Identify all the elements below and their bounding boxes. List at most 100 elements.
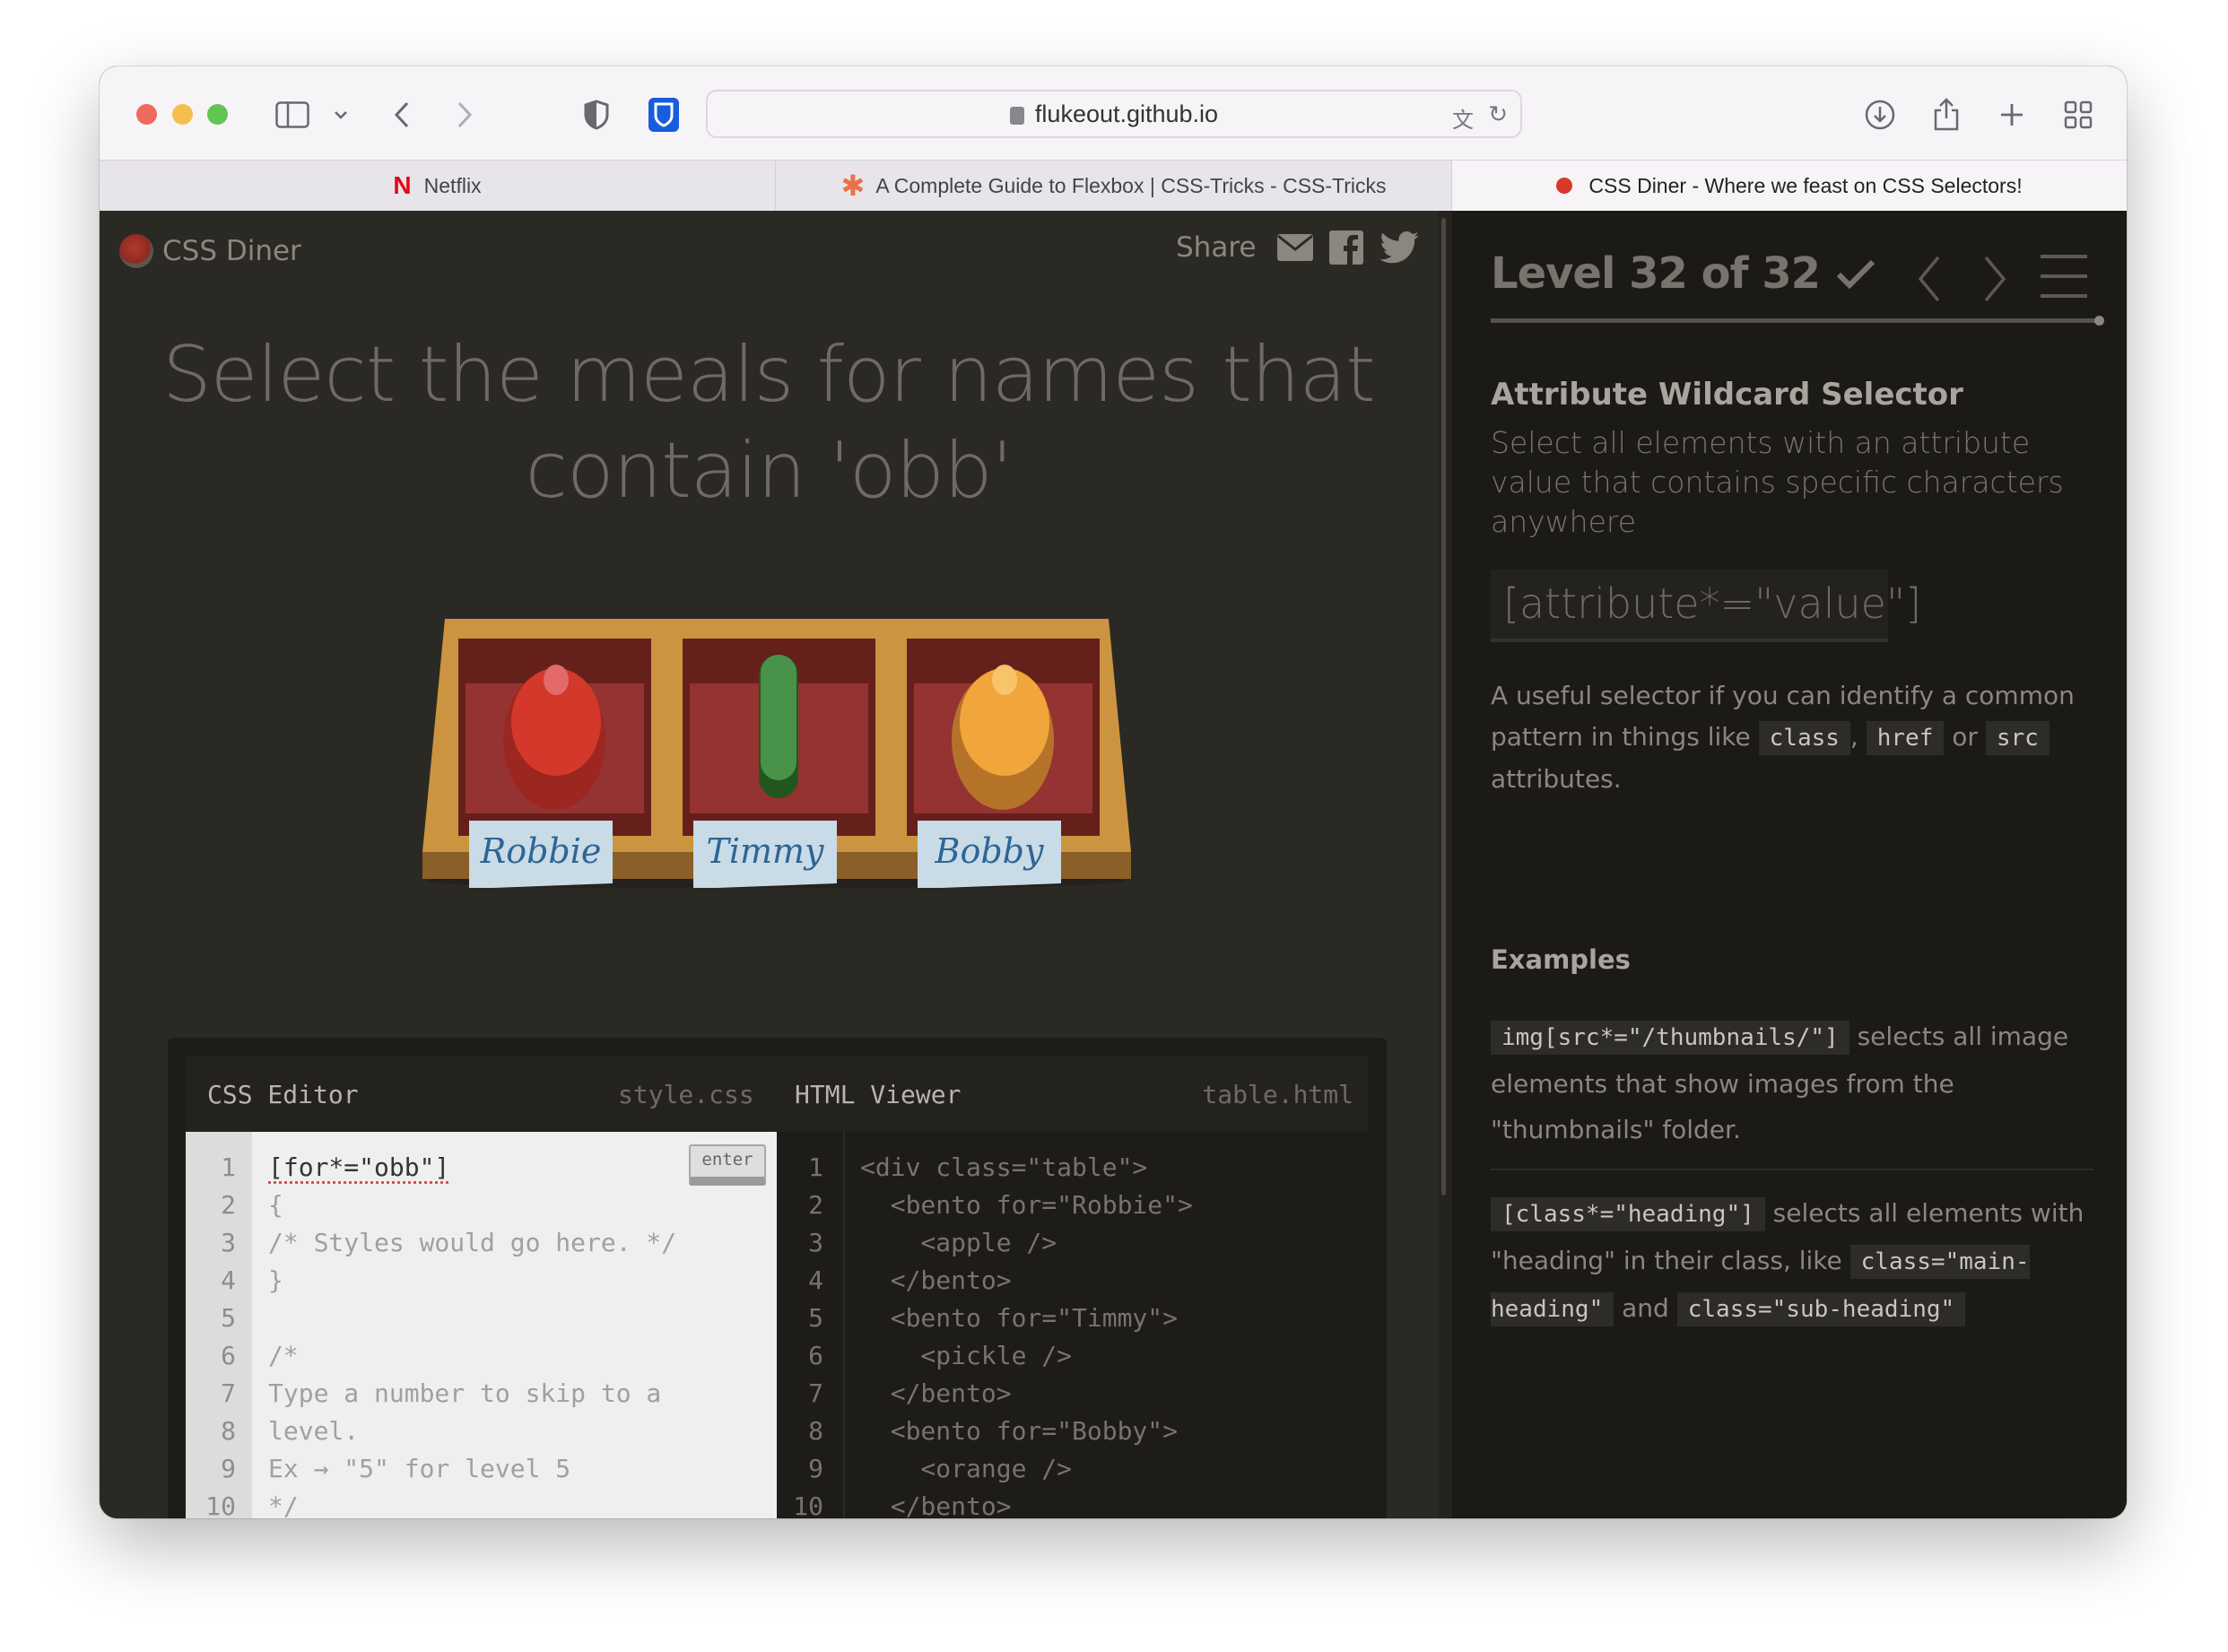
selector-description: Select all elements with an attribute va…: [1491, 425, 2064, 539]
enter-button[interactable]: enter: [689, 1144, 766, 1186]
css-code-line: [268, 1300, 676, 1337]
enter-label: enter: [701, 1150, 753, 1169]
tab-css-diner[interactable]: CSS Diner - Where we feast on CSS Select…: [1452, 161, 2127, 211]
line-number: 4: [221, 1265, 236, 1295]
new-tab-icon[interactable]: [1994, 97, 2030, 133]
sidebar-toggle-icon[interactable]: [274, 97, 310, 133]
css-editor[interactable]: 123456789101112 [for*="obb"] {/* Styles …: [186, 1132, 777, 1518]
facebook-icon[interactable]: [1329, 230, 1364, 265]
browser-window: flukeout.github.io 文 ↻ N Netflix ✱ A Com…: [100, 66, 2127, 1518]
html-code-line: <pickle />: [860, 1341, 1073, 1370]
css-code-line: Type a number to skip to a: [268, 1378, 662, 1408]
previous-level-icon[interactable]: [1917, 254, 1942, 304]
css-line-numbers: 123456789101112: [186, 1132, 252, 1518]
css-input[interactable]: [for*="obb"]: [268, 1149, 676, 1187]
downloads-icon[interactable]: [1862, 97, 1898, 133]
html-code-line: <orange />: [860, 1454, 1073, 1483]
page-content: CSS Diner Share Select the meals for nam…: [100, 211, 2127, 1518]
zoom-window-button[interactable]: [207, 104, 228, 125]
html-viewer-title: HTML Viewer: [795, 1079, 962, 1109]
line-number: 7: [808, 1378, 823, 1408]
line-number: 7: [221, 1378, 236, 1408]
example-code: [class*="heading"]: [1491, 1197, 1765, 1231]
tab-overview-icon[interactable]: [2060, 97, 2096, 133]
css-diner-icon: [1556, 178, 1573, 194]
css-editor-title: CSS Editor: [207, 1079, 359, 1109]
translate-icon[interactable]: 文: [1452, 102, 1474, 134]
logo-text: CSS Diner: [162, 235, 301, 267]
line-number: 5: [221, 1303, 236, 1333]
twitter-icon[interactable]: [1379, 231, 1420, 264]
scrollbar-thumb[interactable]: [1441, 218, 1446, 1196]
reload-icon[interactable]: ↻: [1488, 100, 1508, 128]
minimize-window-button[interactable]: [172, 104, 193, 125]
editor-panel: CSS Editor style.css HTML Viewer table.h…: [168, 1038, 1387, 1518]
menu-icon[interactable]: [2039, 251, 2089, 301]
level-indicator[interactable]: Level 32 of 32: [1491, 248, 1876, 299]
share-icon[interactable]: [1928, 97, 1964, 133]
url-text: flukeout.github.io: [1034, 100, 1219, 127]
tab-css-tricks[interactable]: ✱ A Complete Guide to Flexbox | CSS-Tric…: [776, 161, 1452, 211]
line-number: 2: [808, 1190, 823, 1220]
css-code: [for*="obb"] {/* Styles would go here. *…: [268, 1149, 676, 1518]
code-class: class: [1758, 721, 1850, 755]
line-number: 1: [808, 1152, 823, 1182]
lock-icon: [1009, 107, 1024, 125]
next-level-icon[interactable]: [1982, 254, 2007, 304]
css-tricks-star-icon: ✱: [840, 170, 866, 202]
html-code: <div class="table"> <bento for="Robbie">…: [860, 1149, 1193, 1518]
name-card-label: Timmy: [706, 831, 824, 871]
name-card-label: Robbie: [480, 831, 602, 871]
hint-after: attributes.: [1491, 764, 1622, 794]
html-code-line: <bento for="Bobby">: [860, 1416, 1179, 1446]
selector-hint: A useful selector if you can identify a …: [1491, 675, 2101, 800]
tab-netflix[interactable]: N Netflix: [100, 161, 776, 211]
level-progress-bar: [1491, 316, 2104, 326]
examples-title: Examples: [1491, 944, 1631, 975]
level-sidebar: Level 32 of 32 Attribute Wildcard Select…: [1452, 211, 2127, 1518]
html-code-line: </bento>: [860, 1491, 1012, 1518]
address-bar[interactable]: flukeout.github.io 文 ↻: [706, 90, 1522, 138]
name-card-label: Bobby: [935, 831, 1044, 871]
left-scrollbar[interactable]: [1438, 211, 1452, 1518]
css-code-line: Ex → "5" for level 5: [268, 1454, 571, 1483]
selector-syntax: [attribute*="value"]: [1491, 570, 1921, 642]
game-area: CSS Diner Share Select the meals for nam…: [100, 211, 1438, 1518]
tab-title: Netflix: [423, 173, 482, 197]
html-filename: table.html: [1202, 1079, 1353, 1109]
html-code-line: </bento>: [860, 1265, 1012, 1295]
line-number: 6: [808, 1341, 823, 1370]
tab-title: A Complete Guide to Flexbox | CSS-Tricks…: [875, 173, 1387, 197]
examples-divider: [1491, 1169, 2093, 1170]
instruction-line: Select the meals for names that: [162, 330, 1376, 420]
line-number: 8: [221, 1416, 236, 1446]
tab-title: CSS Diner - Where we feast on CSS Select…: [1588, 173, 2023, 197]
css-diner-logo-icon: [119, 234, 153, 268]
line-number: 1: [221, 1152, 236, 1182]
line-number: 3: [221, 1228, 236, 1257]
line-number: 9: [221, 1454, 236, 1483]
css-code-line: */: [268, 1491, 299, 1518]
close-window-button[interactable]: [136, 104, 157, 125]
privacy-shield-icon[interactable]: [579, 97, 614, 133]
back-icon[interactable]: [384, 97, 420, 133]
css-code-line: }: [268, 1265, 283, 1295]
email-icon[interactable]: [1277, 234, 1314, 261]
share-label: Share: [1176, 231, 1257, 264]
line-number: 6: [221, 1341, 236, 1370]
tab-bar: N Netflix ✱ A Complete Guide to Flexbox …: [100, 161, 2127, 211]
code-href: href: [1866, 721, 1945, 755]
hint-or: or: [1952, 722, 1978, 752]
css-filename: style.css: [618, 1079, 754, 1109]
line-number: 4: [808, 1265, 823, 1295]
line-number: 10: [793, 1491, 823, 1518]
css-code-line: {: [268, 1190, 283, 1220]
line-number: 3: [808, 1228, 823, 1257]
chevron-down-icon[interactable]: [323, 97, 359, 133]
forward-icon[interactable]: [447, 97, 483, 133]
code-src: src: [1985, 721, 2050, 755]
logo[interactable]: CSS Diner: [119, 234, 301, 268]
css-input-text[interactable]: [for*="obb"]: [268, 1152, 449, 1182]
bitwarden-icon[interactable]: [646, 97, 682, 133]
selector-name: Attribute Wildcard Selector: [1491, 377, 1963, 413]
